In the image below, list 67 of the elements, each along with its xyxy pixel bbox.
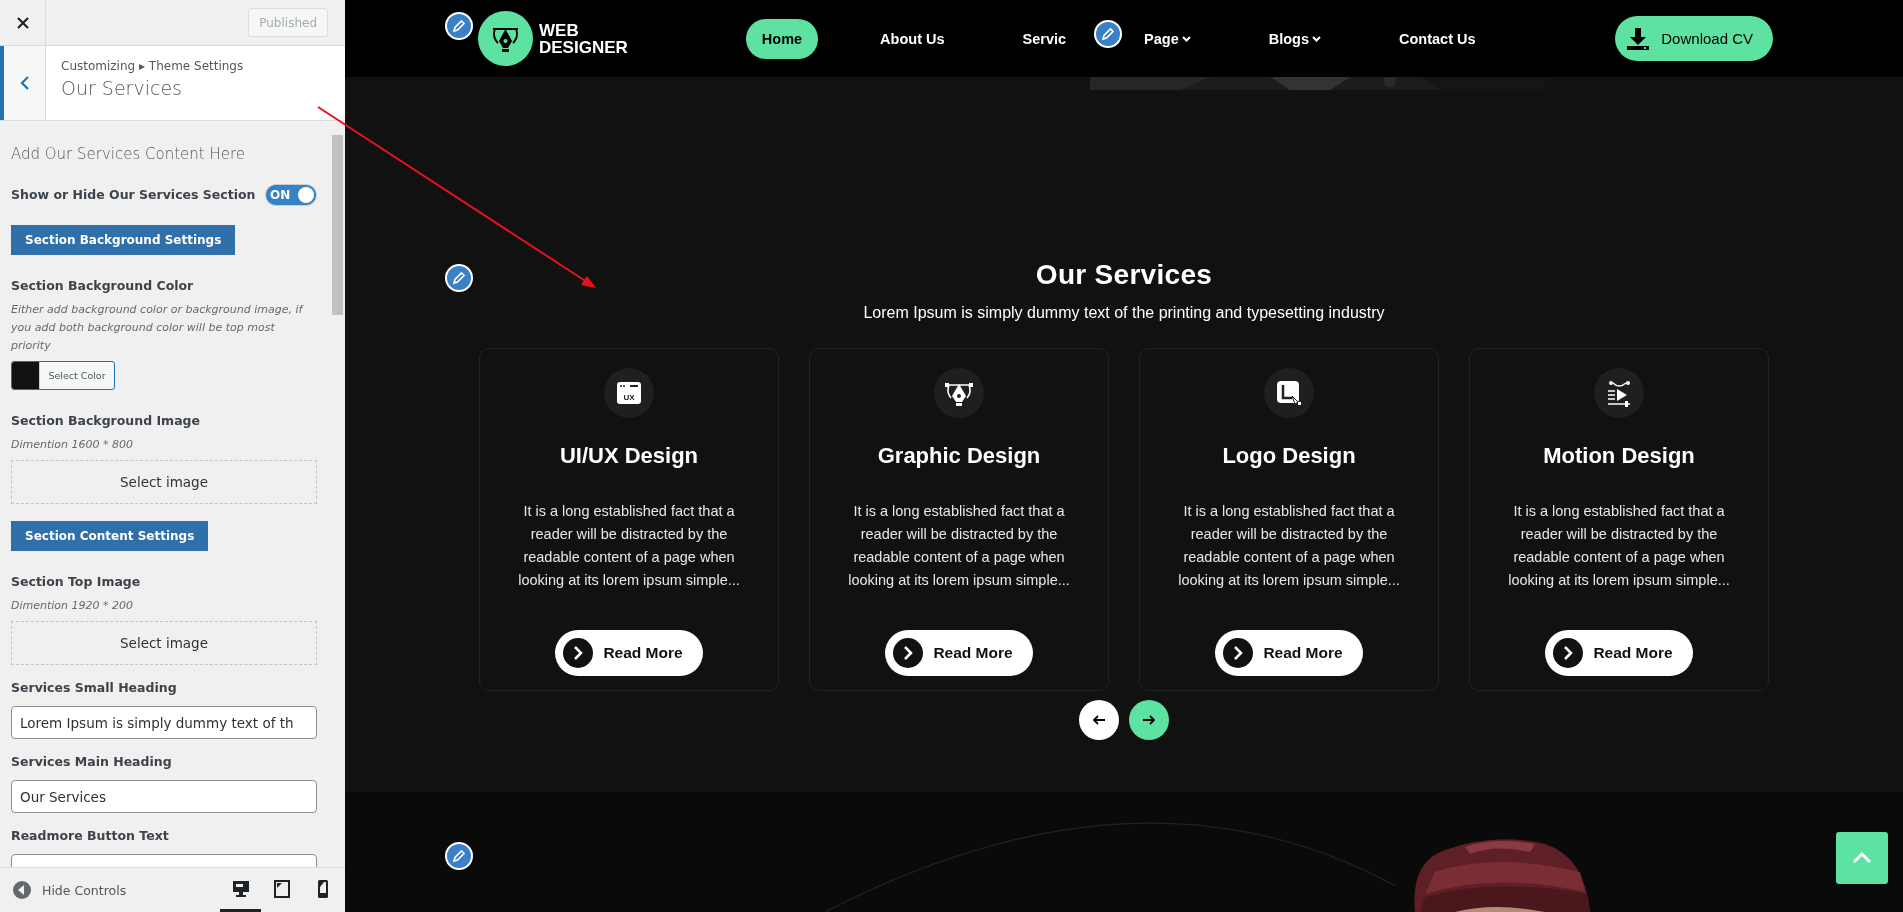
nav-link[interactable]: About Us xyxy=(864,18,961,59)
play-motion-icon xyxy=(1594,368,1644,418)
read-more-button[interactable]: Read More xyxy=(1215,630,1363,676)
field-label: Section Background Color xyxy=(11,277,195,295)
section-heading: Our Services xyxy=(1035,258,1213,292)
download-cv-button[interactable]: Download CV xyxy=(1615,16,1773,61)
letter-tile-icon xyxy=(1264,368,1314,418)
desktop-icon xyxy=(230,878,251,899)
section-intro: Add Our Services Content Here xyxy=(11,144,247,164)
nav-link[interactable]: Blogs xyxy=(1252,18,1338,59)
read-more-button[interactable]: Read More xyxy=(555,630,703,676)
chevron-right-icon xyxy=(1553,638,1584,668)
section-subheading: Lorem Ipsum is simply dummy text of the printing and typesetting industry xyxy=(863,303,1385,323)
chevron-right-icon xyxy=(893,638,924,668)
chevron-right-icon xyxy=(563,638,594,668)
card-text: It is a long established fact that a reader will be distracted by the readable content of a page when looking at its lorem ipsum simple... xyxy=(847,502,1071,590)
field-description: Dimention 1920 * 200 xyxy=(11,598,135,614)
site-logo[interactable]: WEB DESIGNER xyxy=(478,11,628,66)
panel-title: Our Services xyxy=(61,77,183,99)
card-text: It is a long established fact that a reader will be distracted by the readable content of a page when looking at its lorem ipsum simple... xyxy=(1177,502,1401,590)
color-picker[interactable]: Select Color xyxy=(11,361,115,390)
caret-icon xyxy=(1312,35,1322,42)
toggle-switch[interactable]: ON xyxy=(265,184,317,206)
close-icon[interactable] xyxy=(16,16,29,29)
nav-link[interactable]: Contact Us xyxy=(1383,18,1492,59)
card-text: It is a long established fact that a reader will be distracted by the readable content of a page when looking at its lorem ipsum simple... xyxy=(517,502,741,590)
field-label: Section Top Image xyxy=(11,573,142,591)
section-button[interactable]: Section Content Settings xyxy=(11,521,209,551)
field-label: Services Main Heading xyxy=(11,753,173,771)
edit-icon[interactable] xyxy=(445,264,473,292)
field-label: Readmore Button Text xyxy=(11,827,170,845)
field-description: Either add background color or background image, if you add both background color will be top most priority xyxy=(11,302,305,354)
scrollbar-thumb[interactable] xyxy=(332,135,343,315)
card-title: Motion Design xyxy=(1543,442,1695,470)
card-title: Graphic Design xyxy=(877,442,1041,470)
caret-icon xyxy=(1181,35,1191,42)
field-description: Dimention 1600 * 800 xyxy=(11,437,135,453)
tablet-icon xyxy=(271,878,292,899)
previous-button[interactable] xyxy=(1079,700,1119,740)
arrow-right-icon xyxy=(1142,715,1156,725)
nav-link[interactable]: Home xyxy=(745,18,819,59)
pen-tool-icon xyxy=(934,368,984,418)
section-button[interactable]: Section Background Settings xyxy=(11,225,236,255)
text-field[interactable]: Our Services xyxy=(11,780,317,813)
download-icon xyxy=(1625,25,1652,52)
back-icon[interactable] xyxy=(19,76,30,90)
field-label: Show or Hide Our Services Section xyxy=(11,186,256,204)
text-field[interactable]: Lorem Ipsum is simply dummy text of th xyxy=(11,706,317,739)
browser-window-icon: UX xyxy=(604,368,654,418)
hide-controls-button[interactable]: Hide Controls xyxy=(12,880,127,900)
field-label: Services Small Heading xyxy=(11,679,178,697)
card-title: Logo Design xyxy=(1222,442,1356,470)
next-button[interactable] xyxy=(1129,700,1169,740)
breadcrumb: Customizing ▸ Theme Settings xyxy=(61,59,244,73)
arrow-left-icon xyxy=(1092,715,1106,725)
read-more-button[interactable]: Read More xyxy=(885,630,1033,676)
read-more-button[interactable]: Read More xyxy=(1545,630,1693,676)
collapse-icon xyxy=(12,880,32,900)
card-text: It is a long established fact that a reader will be distracted by the readable content of a page when looking at its lorem ipsum simple... xyxy=(1507,502,1731,590)
select-image-button[interactable]: Select image xyxy=(11,460,317,504)
chevron-right-icon xyxy=(1223,638,1254,668)
nav-link[interactable]: Page xyxy=(1128,18,1207,59)
field-label: Section Background Image xyxy=(11,412,201,430)
chevron-up-icon xyxy=(1852,852,1872,864)
card-title: UI/UX Design xyxy=(559,442,699,470)
nav-link[interactable]: Servic xyxy=(1006,18,1083,59)
select-image-button[interactable]: Select image xyxy=(11,621,317,665)
